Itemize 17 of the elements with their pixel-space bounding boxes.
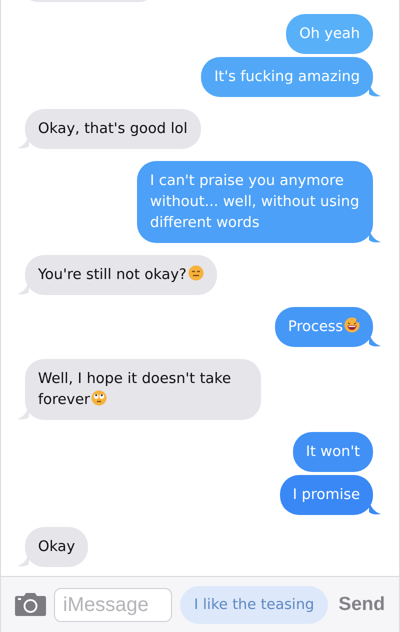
camera-icon[interactable]: [15, 593, 46, 616]
sent-message: It's fucking amazing: [201, 57, 373, 97]
sent-message: I promise: [280, 475, 373, 515]
received-message: Well, I hope it doesn't take forever: [25, 359, 261, 420]
sent-message: It won't: [292, 432, 373, 472]
face-icon: [344, 317, 360, 333]
sent-message: Oh yeah: [286, 14, 373, 54]
received-message: Okay: [25, 527, 88, 567]
received-message: Okay, that's good lol: [25, 109, 201, 149]
face-icon: [91, 390, 108, 406]
sent-message: I can't praise you anymore without... well, without using different words: [137, 161, 373, 243]
face-icon: [188, 265, 204, 281]
sent-message: I like the teasing: [180, 586, 328, 624]
message-field[interactable]: iMessage: [54, 588, 172, 622]
received-message: You're still not okay?: [25, 255, 217, 295]
sent-message: Process: [274, 307, 373, 347]
send-button[interactable]: Send: [338, 594, 385, 616]
